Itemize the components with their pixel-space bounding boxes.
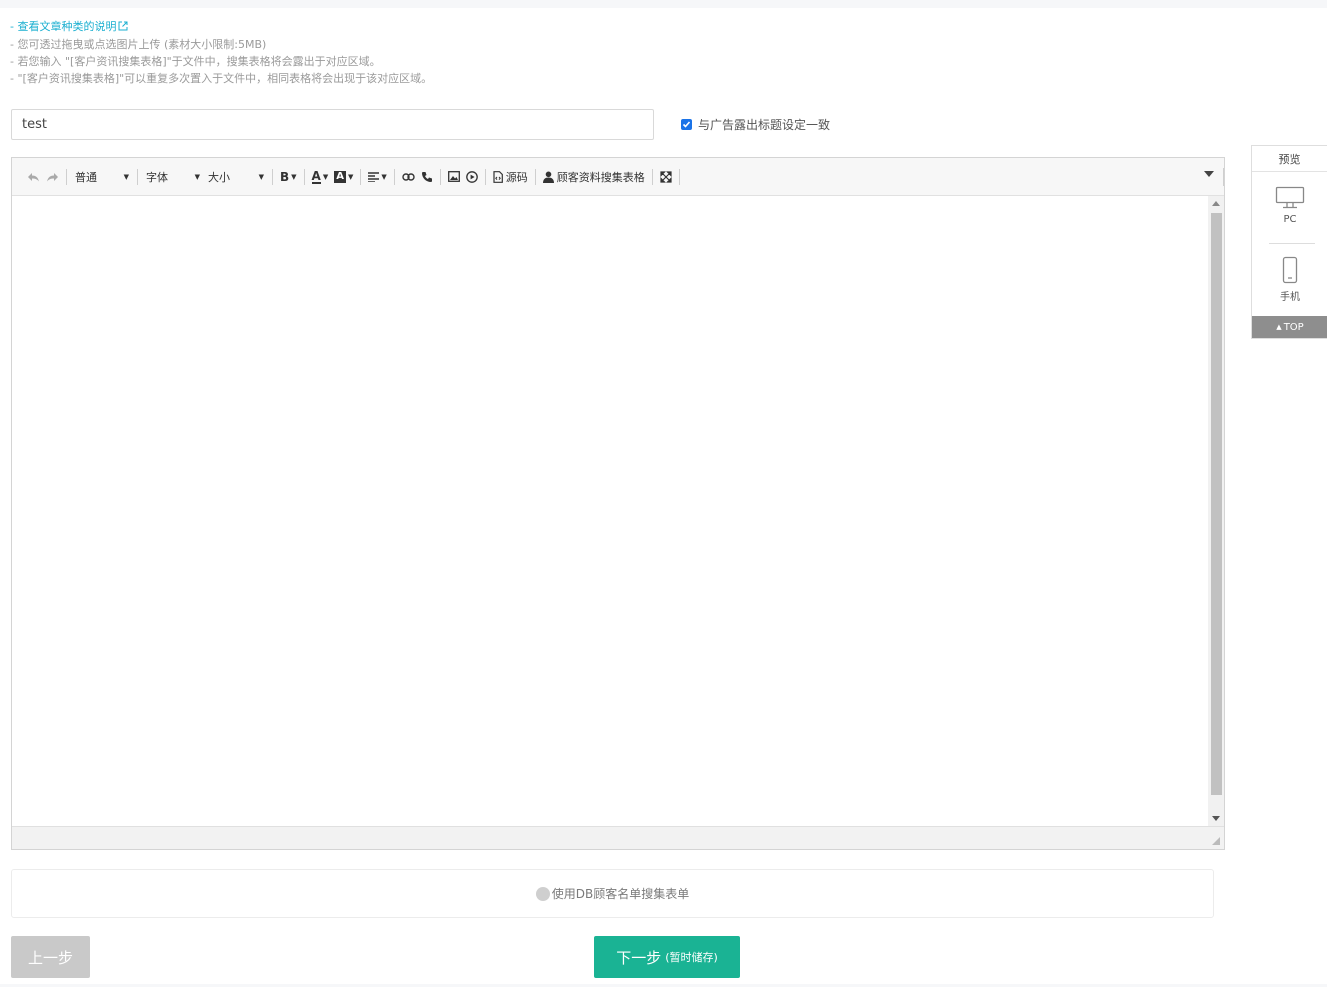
- caret-down-icon: ▼: [194, 172, 200, 181]
- video-icon[interactable]: [463, 166, 481, 188]
- phone-call-icon[interactable]: [418, 166, 436, 188]
- toolbar-divider: [360, 168, 362, 185]
- upload-note: - 您可透过拖曳或点选图片上传 (素材大小限制:5MB): [10, 38, 267, 51]
- editor-content-area[interactable]: [12, 196, 1208, 826]
- toolbar-divider: [1223, 168, 1224, 186]
- resize-grip-icon[interactable]: [1212, 837, 1220, 845]
- desktop-icon: [1275, 186, 1305, 209]
- page: - 查看文章种类的说明 - 您可透过拖曳或点选图片上传 (素材大小限制:5MB)…: [0, 0, 1327, 987]
- toggle-switch-icon[interactable]: [535, 886, 550, 901]
- preview-title: 预览: [1252, 146, 1327, 172]
- help-notes: - 查看文章种类的说明 - 您可透过拖曳或点选图片上传 (素材大小限制:5MB)…: [10, 18, 432, 87]
- link-icon[interactable]: [399, 166, 418, 188]
- bold-icon[interactable]: B ▼: [277, 166, 300, 188]
- undo-icon[interactable]: [24, 166, 43, 188]
- toolbar-divider: [393, 168, 395, 185]
- toolbar-divider: [303, 168, 305, 185]
- toolbar-divider: [651, 168, 653, 185]
- form-repeat-note: - "[客户资讯搜集表格]"可以重复多次置入于文件中，相同表格将会出现于该对应区…: [10, 72, 433, 85]
- sync-title-label: 与广告露出标题设定一致: [698, 118, 831, 132]
- caret-down-icon: ▼: [258, 172, 264, 181]
- sync-title-checkbox[interactable]: 与广告露出标题设定一致: [681, 116, 830, 133]
- image-icon[interactable]: [445, 166, 463, 188]
- file-code-icon: [493, 170, 503, 183]
- rich-text-editor: 普通 ▼ 字体 ▼ 大小 ▼ B ▼ A ▼ A ▼ ▼ 源码 顾客资料搜集表格: [11, 157, 1225, 850]
- article-type-help-link[interactable]: - 查看文章种类的说明: [10, 20, 128, 33]
- background-color-icon[interactable]: A ▼: [331, 166, 356, 188]
- preview-divider: [1269, 243, 1315, 244]
- form-insert-note: - 若您输入 "[客户资讯搜集表格]"于文件中，搜集表格将会露出于对应区域。: [10, 55, 381, 68]
- editor-toolbar: 普通 ▼ 字体 ▼ 大小 ▼ B ▼ A ▼ A ▼ ▼ 源码 顾客资料搜集表格: [12, 158, 1224, 196]
- size-dropdown[interactable]: 大小 ▼: [204, 166, 268, 188]
- scrollbar-thumb[interactable]: [1211, 213, 1222, 795]
- toolbar-divider: [439, 168, 441, 185]
- redo-icon[interactable]: [43, 166, 62, 188]
- editor-scrollbar[interactable]: [1208, 196, 1224, 826]
- checkbox-checked-icon[interactable]: [681, 119, 692, 130]
- fullscreen-icon[interactable]: [657, 166, 675, 188]
- toolbar-divider: [678, 168, 680, 185]
- db-form-toggle[interactable]: 使用DB顾客名单搜集表单: [11, 869, 1214, 918]
- toolbar-divider: [484, 168, 486, 185]
- db-form-toggle-label: 使用DB顾客名单搜集表单: [551, 887, 690, 901]
- scroll-down-icon[interactable]: [1212, 816, 1220, 821]
- next-step-button[interactable]: 下一步 (暂时储存): [594, 936, 740, 978]
- source-code-button[interactable]: 源码: [490, 166, 531, 188]
- caret-down-icon: ▼: [123, 172, 129, 181]
- customer-form-button[interactable]: 顾客资料搜集表格: [540, 166, 648, 188]
- toolbar-divider: [66, 168, 67, 185]
- toolbar-divider: [534, 168, 536, 185]
- prev-step-button[interactable]: 上一步: [11, 936, 90, 978]
- align-icon[interactable]: ▼: [365, 166, 389, 188]
- mobile-phone-icon: [1282, 256, 1298, 284]
- external-link-icon: [118, 19, 128, 36]
- font-dropdown[interactable]: 字体 ▼: [142, 166, 204, 188]
- font-color-icon[interactable]: A ▼: [309, 166, 332, 188]
- preview-mobile-button[interactable]: 手机: [1252, 256, 1327, 303]
- scroll-up-icon[interactable]: [1212, 201, 1220, 206]
- format-dropdown[interactable]: 普通 ▼: [71, 166, 133, 188]
- preview-panel: 预览 PC 手机 ▲ TOP: [1251, 145, 1327, 339]
- user-icon: [542, 171, 554, 183]
- title-input[interactable]: [11, 109, 654, 140]
- back-to-top-button[interactable]: ▲ TOP: [1252, 316, 1327, 338]
- toolbar-toggle-icon[interactable]: [1204, 171, 1214, 177]
- toolbar-divider: [137, 168, 138, 185]
- preview-pc-button[interactable]: PC: [1252, 186, 1327, 225]
- editor-statusbar: [12, 826, 1224, 849]
- toolbar-divider: [272, 168, 273, 185]
- caret-up-icon: ▲: [1276, 323, 1282, 331]
